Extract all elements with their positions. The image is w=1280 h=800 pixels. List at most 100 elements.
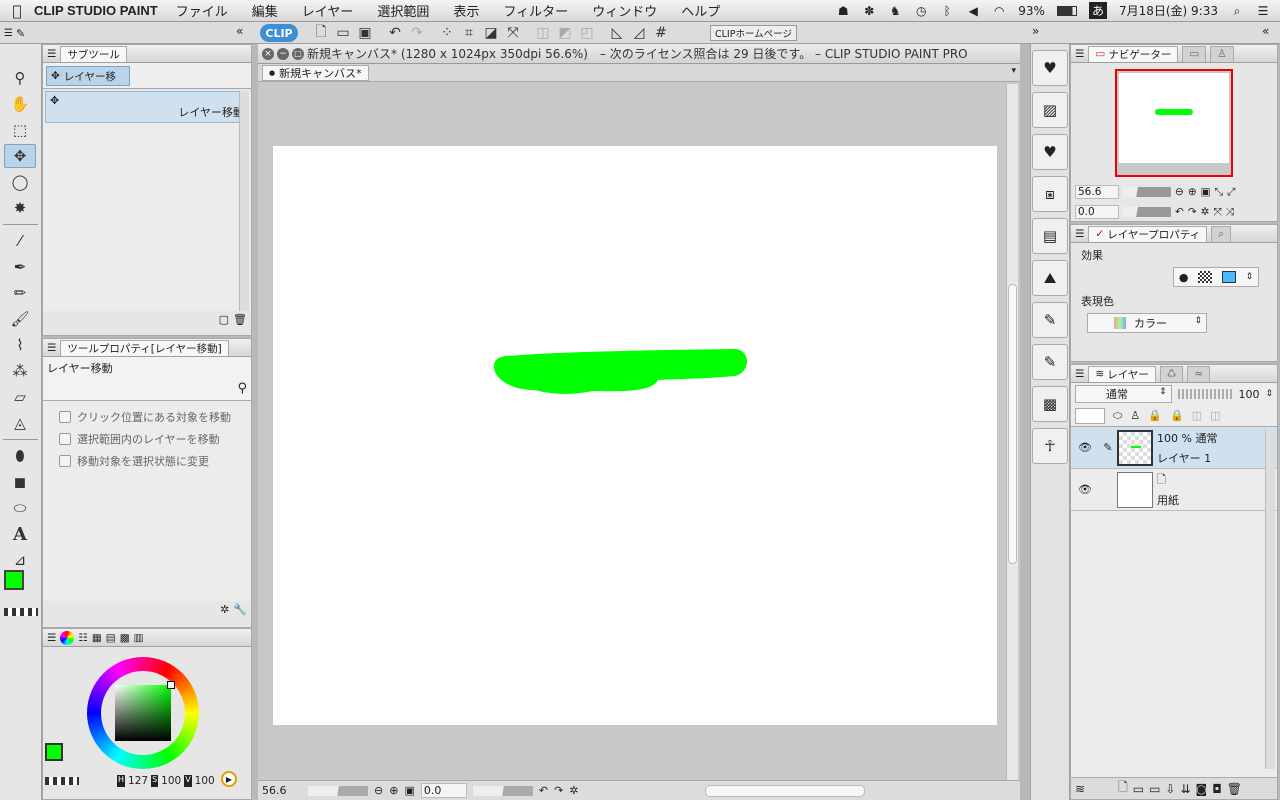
nav-flip-icon-b[interactable]: ⤨ xyxy=(1226,206,1234,219)
lock-transparency-icon[interactable]: 🔒 xyxy=(1170,409,1184,422)
layer-color-effect-icon[interactable] xyxy=(1221,271,1236,283)
vertical-scroll-thumb[interactable] xyxy=(1008,284,1017,564)
ruler-icon[interactable]: ◫ xyxy=(1210,409,1220,422)
opacity-slider[interactable] xyxy=(1177,389,1233,399)
option-click-position[interactable]: クリック位置にある対象を移動 xyxy=(59,409,251,425)
opacity-stepper-icon[interactable]: ⇕ xyxy=(1265,389,1273,399)
sub-view-tab[interactable]: ▭ xyxy=(1182,45,1207,62)
navigator-tab[interactable]: ▭ ナビゲーター xyxy=(1088,45,1179,62)
navigator-zoom-value[interactable]: 56.6 xyxy=(1075,185,1119,199)
grid-snap-icon[interactable]: # xyxy=(650,22,672,44)
border-effect-icon[interactable]: ● xyxy=(1179,271,1189,284)
mask-icon[interactable]: ◙ xyxy=(1196,782,1208,796)
collapse-far-right-icon[interactable]: « xyxy=(1262,24,1269,38)
stepper-icon[interactable]: ⇕ xyxy=(1246,272,1254,282)
minimize-window-icon[interactable]: − xyxy=(277,47,289,60)
nav-rotate-left-icon[interactable]: ↶ xyxy=(1175,206,1184,218)
saturation-value[interactable]: 100 xyxy=(161,775,181,787)
apple-icon[interactable]:  xyxy=(0,2,34,20)
menu-window[interactable]: ウィンドウ xyxy=(592,1,657,20)
panel-main-color-swatch[interactable] xyxy=(45,743,63,761)
eyedropper-tool-icon[interactable]: ⁄ xyxy=(4,229,36,253)
collapse-left-icon[interactable]: « xyxy=(236,24,243,38)
figure-tool-icon[interactable]: ⬭ xyxy=(4,496,36,520)
layer-scrollbar[interactable] xyxy=(1265,429,1275,769)
material-image-icon[interactable]: ▨ xyxy=(1032,92,1068,128)
mask-apply-icon[interactable]: ◘ xyxy=(1212,782,1222,796)
opacity-value[interactable]: 100 xyxy=(1238,388,1259,401)
pen-tab-icon[interactable]: ✎ xyxy=(16,27,25,40)
navigator-rotation-slider[interactable] xyxy=(1123,207,1171,217)
menu-selection[interactable]: 選択範囲 xyxy=(377,1,429,20)
blend-mode-dropdown[interactable]: 通常 ⇕ xyxy=(1075,385,1172,403)
rotate-left-icon[interactable]: ↶ xyxy=(539,784,548,797)
selection-icon[interactable]: ◫ xyxy=(532,22,554,44)
home-page-button[interactable]: CLIPホームページ xyxy=(710,25,797,41)
option-move-in-selection[interactable]: 選択範囲内のレイヤーを移動 xyxy=(59,431,251,447)
subtool-item-layer-move[interactable]: ✥ レイヤー移動 xyxy=(45,91,249,123)
crop-icon[interactable]: ⌗ xyxy=(458,22,480,44)
menu-edit[interactable]: 編集 xyxy=(252,1,278,20)
panel-menu-icon[interactable]: ☰ xyxy=(1075,368,1084,380)
vertical-scrollbar[interactable] xyxy=(1006,84,1018,784)
zoom-slider[interactable] xyxy=(308,785,368,796)
canvas-tab[interactable]: ● 新規キャンバス* xyxy=(262,65,369,81)
open-file-icon[interactable]: ▭ xyxy=(332,22,354,44)
subtool-scrollbar[interactable] xyxy=(239,91,249,311)
redo-icon[interactable]: ↷ xyxy=(406,22,428,44)
reference-icon[interactable]: ♙ xyxy=(1130,409,1140,422)
brightness-value[interactable]: 100 xyxy=(195,775,215,787)
volume-icon[interactable]: ◀ xyxy=(966,4,980,18)
pen-tool-icon[interactable]: ✒ xyxy=(4,255,36,279)
tool-property-tab[interactable]: ツールプロパティ[レイヤー移動] xyxy=(60,339,229,356)
color-set-tab-icon[interactable]: ▦ xyxy=(92,632,102,644)
visibility-eye-icon[interactable]: 👁 xyxy=(1071,483,1099,496)
subtool-tab[interactable]: サブツール xyxy=(60,45,127,62)
decoration-tool-icon[interactable]: ⁂ xyxy=(4,359,36,383)
transform-icon[interactable]: ⤧ xyxy=(502,22,524,44)
zoom-tool-icon[interactable]: ⚲ xyxy=(4,66,36,90)
zoom-in-icon[interactable]: ⊕ xyxy=(389,784,398,797)
bluetooth-icon[interactable]: ᛒ xyxy=(940,4,954,18)
nav-flip-h-icon[interactable]: ⤡ xyxy=(1215,186,1223,199)
reset-rotation-icon[interactable]: ✲ xyxy=(569,784,578,797)
mask-enable-icon[interactable]: ◫ xyxy=(1192,409,1202,422)
rotation-slider[interactable] xyxy=(472,785,533,796)
transparent-color-swatch[interactable] xyxy=(4,608,38,616)
hue-value[interactable]: 127 xyxy=(128,775,148,787)
nav-zoom-in-icon[interactable]: ⊕ xyxy=(1188,186,1197,198)
new-file-icon[interactable]: 🗋 xyxy=(310,22,332,44)
effect-selector[interactable]: ● ⇕ xyxy=(1173,267,1259,287)
copy-subtool-icon[interactable]: ▢ xyxy=(219,313,229,326)
selection-invert-icon[interactable]: ◰ xyxy=(576,22,598,44)
horizontal-scroll-thumb[interactable] xyxy=(704,784,865,797)
notification-icon[interactable]: ☰ xyxy=(1256,4,1270,18)
lasso-tool-icon[interactable]: ◯ xyxy=(4,170,36,194)
ruler-snap-icon[interactable]: ◺ xyxy=(606,22,628,44)
new-raster-layer-icon[interactable]: 🗋 xyxy=(1118,778,1128,799)
panel-menu-icon[interactable]: ☰ xyxy=(47,342,56,354)
navigator-preview[interactable] xyxy=(1115,69,1233,177)
clip-logo-button[interactable]: CLIP xyxy=(260,24,298,42)
undo-icon[interactable]: ↶ xyxy=(384,22,406,44)
maximize-window-icon[interactable]: □ xyxy=(292,47,304,60)
layer-color-select[interactable] xyxy=(1075,407,1105,424)
fill-tool-icon[interactable]: ⬮ xyxy=(4,444,36,468)
material-figure-icon[interactable]: ☥ xyxy=(1032,428,1068,464)
rotate-right-icon[interactable]: ↷ xyxy=(554,784,563,797)
checkbox[interactable] xyxy=(59,433,71,445)
spotlight-icon[interactable]: ⌕ xyxy=(1230,4,1244,18)
intermediate-color-tab-icon[interactable]: ▤ xyxy=(106,632,116,644)
blend-tool-icon[interactable]: ◬ xyxy=(4,411,36,435)
layer-property-tab[interactable]: ✓ レイヤープロパティ xyxy=(1088,225,1208,242)
new-vector-layer-icon[interactable]: ▭ xyxy=(1133,782,1144,796)
menu-help[interactable]: ヘルプ xyxy=(681,1,720,20)
eraser-tool-icon[interactable]: ▱ xyxy=(4,385,36,409)
approx-color-tab-icon[interactable]: ▩ xyxy=(120,632,130,644)
material-note-icon[interactable]: ✎ xyxy=(1032,344,1068,380)
panel-menu-icon[interactable]: ☰ xyxy=(47,632,56,644)
zoom-value[interactable]: 56.6 xyxy=(262,784,302,797)
fit-icon[interactable]: ▣ xyxy=(404,784,414,797)
clear-icon[interactable]: ⁘ xyxy=(436,22,458,44)
layer-row-1[interactable]: 👁 ✎ 100 % 通常 レイヤー 1 xyxy=(1071,427,1277,469)
